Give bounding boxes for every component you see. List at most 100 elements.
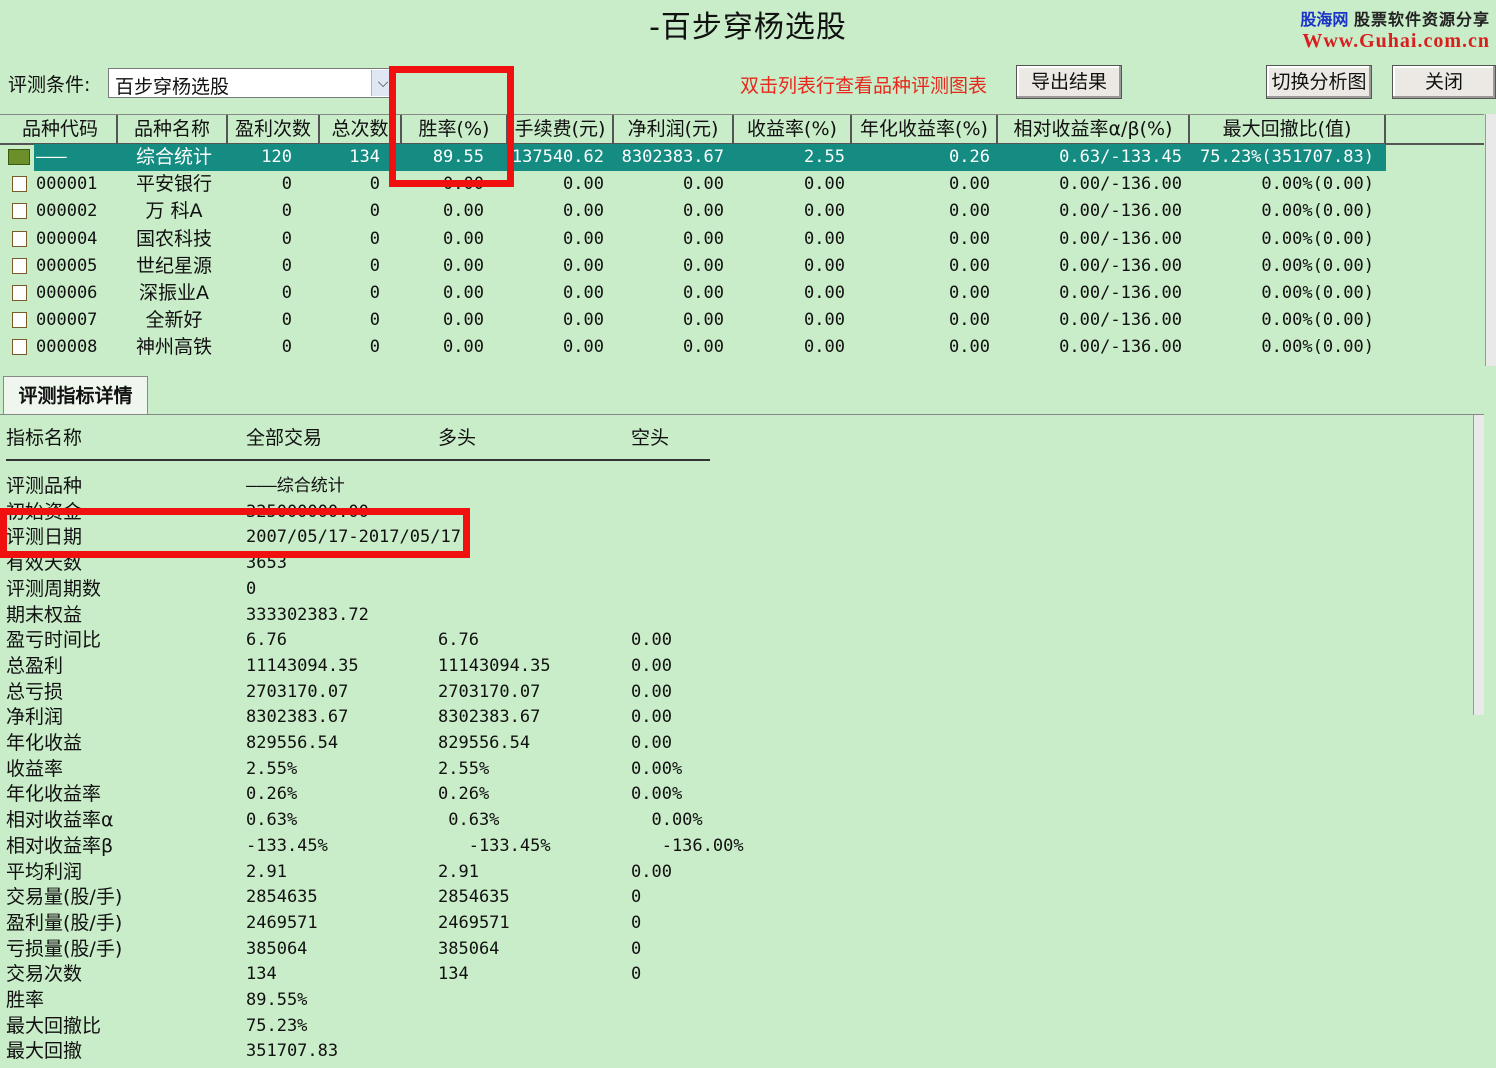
column-header[interactable]: 品种名称	[118, 115, 228, 143]
table-row[interactable]: 000001 平安银行 0 0 0.00 0.00 0.00 0.00 0.00 0.00/-13…	[0, 171, 1400, 198]
detail-label: 净利润	[6, 706, 64, 729]
detail-label: 相对收益率α	[6, 809, 114, 832]
detail-row: 评测品种 ———综合统计	[0, 473, 760, 499]
table-cell: 深振业A	[139, 282, 209, 304]
close-button[interactable]: 关闭	[1392, 65, 1496, 99]
detail-label: 交易次数	[6, 963, 83, 986]
detail-value: 0	[246, 578, 257, 599]
table-cell: 8302383.67	[621, 147, 724, 167]
detail-value: 134	[246, 964, 277, 985]
detail-value: 2469571	[246, 912, 318, 933]
column-header[interactable]: 盈利次数	[228, 115, 320, 143]
table-row[interactable]: 000006 深振业A 0 0 0.00 0.00 0.00 0.00 0.00 0.00/-13…	[0, 280, 1400, 307]
table-row[interactable]: 000002 万 科A 0 0 0.00 0.00 0.00 0.00 0.00 0.00/-13…	[0, 198, 1400, 225]
detail-header-divider	[6, 459, 710, 461]
detail-value: 2703170.07	[438, 681, 541, 702]
tab-indicator-details[interactable]: 评测指标详情	[3, 376, 148, 415]
table-cell: 0.00	[804, 310, 845, 331]
detail-value: ———综合统计	[246, 476, 345, 496]
detail-value: 333302383.72	[246, 604, 369, 625]
highlight-box-winrate	[389, 66, 514, 187]
switch-chart-button[interactable]: 切换分析图	[1266, 65, 1372, 99]
table-cell: 0	[281, 228, 292, 249]
detail-value: 0	[631, 887, 642, 908]
column-header[interactable]: 品种代码	[4, 115, 118, 143]
table-cell: 0.00	[683, 310, 724, 331]
detail-row: 胜率 89.55%	[0, 987, 760, 1013]
detail-label: 最大回撤比	[6, 1014, 102, 1037]
detail-value: 0.26%	[246, 784, 298, 805]
column-header[interactable]: 净利润(元)	[614, 115, 734, 143]
table-row[interactable]: 000007 全新好 0 0 0.00 0.00 0.00 0.00 0.00 0.00/-136…	[0, 307, 1400, 334]
table-cell: 0.00%(0.00)	[1261, 310, 1374, 331]
table-cell: 0.00%(0.00)	[1261, 255, 1374, 276]
condition-label: 评测条件:	[8, 74, 91, 96]
table-cell: 137540.62	[511, 147, 604, 167]
table-cell: 0.00	[683, 337, 724, 358]
detail-value: 0	[631, 938, 642, 959]
detail-label: 收益率	[6, 757, 64, 780]
detail-scrollbar[interactable]	[1473, 415, 1484, 715]
export-button[interactable]: 导出结果	[1016, 65, 1122, 99]
column-header[interactable]: 收益率(%)	[734, 115, 852, 143]
table-cell: 0	[369, 228, 380, 249]
detail-row: 平均利润 2.91 2.91 0.00	[0, 859, 760, 885]
table-cell: 0.00	[804, 174, 845, 195]
detail-value: -136.00%	[631, 835, 744, 856]
table-scrollbar[interactable]	[1485, 114, 1496, 366]
table-cell: 0.00	[563, 310, 604, 331]
detail-row: 总盈利 11143094.35 11143094.35 0.00	[0, 653, 760, 679]
detail-value: 829556.54	[438, 733, 531, 753]
detail-value: 2854635	[438, 887, 510, 908]
column-header[interactable]: 最大回撤比(值)	[1190, 115, 1386, 143]
detail-value: 2.55%	[246, 758, 298, 779]
detail-value: 385064	[438, 938, 500, 959]
column-header[interactable]: 年化收益率(%)	[852, 115, 998, 143]
detail-value: 2.55%	[438, 758, 490, 779]
table-row[interactable]: ——— 综合统计 120 134 89.55 137540.62 8302383.67 2.5…	[0, 144, 1400, 171]
detail-value: 0.00	[631, 681, 672, 702]
condition-select-value: 百步穿杨选股	[115, 76, 230, 98]
detail-value: 0.00%	[631, 784, 683, 805]
detail-header-short: 空头	[631, 427, 670, 449]
detail-label: 最大回撤	[6, 1040, 83, 1063]
detail-value: 2.91	[438, 861, 479, 882]
detail-label: 盈利量(股/手)	[6, 911, 123, 934]
table-cell: 0.00	[683, 283, 724, 303]
detail-row: 期末权益 333302383.72	[0, 602, 760, 628]
table-cell: 0.00	[563, 228, 604, 249]
detail-label: 胜率	[6, 989, 45, 1011]
document-icon	[12, 285, 27, 301]
watermark-logo: 股海网 股票软件资源分享 Www.Guhai.com.cn	[1276, 6, 1490, 53]
detail-value: 0.00	[631, 630, 672, 651]
table-cell: 120	[261, 147, 292, 167]
detail-value: 2469571	[438, 912, 510, 933]
table-cell: 全新好	[145, 309, 203, 332]
table-cell: 神州高铁	[135, 336, 212, 359]
document-icon	[12, 230, 27, 247]
detail-label: 亏损量(股/手)	[6, 937, 123, 960]
table-row[interactable]: 000005 世纪星源 0 0 0.00 0.00 0.00 0.00 0.00 0.00/-13…	[0, 253, 1400, 280]
table-cell: 0.63/-133.45	[1059, 147, 1182, 167]
table-cell: 万 科A	[145, 200, 203, 223]
table-cell: 0.00	[949, 228, 990, 249]
table-cell: 0	[369, 255, 380, 276]
table-cell: 2.55	[804, 147, 845, 167]
table-cell: 0	[369, 283, 380, 303]
column-header[interactable]: 相对收益率α/β(%)	[998, 115, 1190, 143]
detail-value: 0.00	[631, 655, 672, 676]
table-row[interactable]: 000004 国农科技 0 0 0.00 0.00 0.00 0.00 0.00 0.00/-13…	[0, 226, 1400, 253]
detail-header-long: 多头	[438, 427, 477, 449]
table-cell: 0.00	[443, 255, 484, 276]
condition-select[interactable]: 百步穿杨选股 ⌵	[108, 68, 396, 98]
table-cell: 75.23%(351707.83)	[1200, 147, 1374, 167]
detail-row: 年化收益率 0.26% 0.26% 0.00%	[0, 781, 760, 807]
detail-value: 11143094.35	[246, 655, 359, 676]
document-icon	[12, 339, 27, 356]
table-cell: 0.00	[949, 310, 990, 331]
detail-row: 盈亏时间比 6.76 6.76 0.00	[0, 627, 760, 653]
column-header[interactable]: 手续费(元)	[508, 115, 614, 143]
table-cell: 0.00	[949, 174, 990, 195]
table-cell: 0.00	[949, 337, 990, 358]
table-row[interactable]: 000008 神州高铁 0 0 0.00 0.00 0.00 0.00 0.00 0.00/-13…	[0, 334, 1400, 361]
